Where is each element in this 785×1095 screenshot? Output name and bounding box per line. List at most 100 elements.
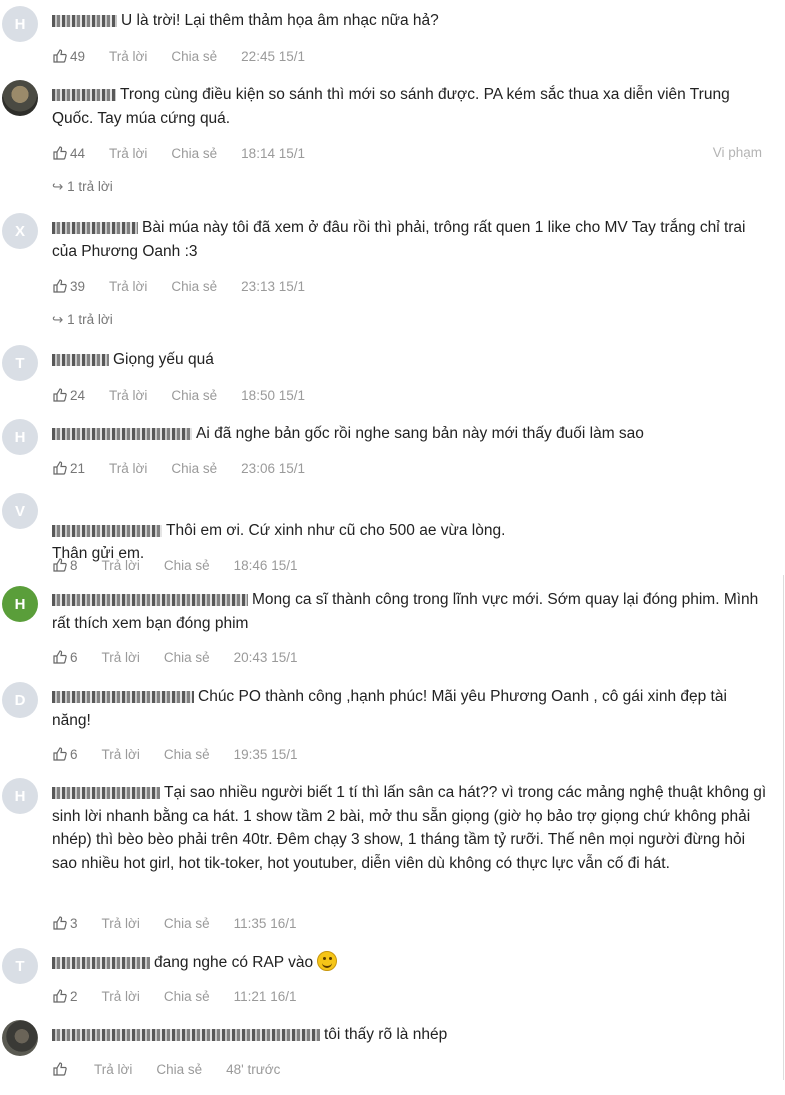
like-button[interactable]: 44 bbox=[52, 145, 85, 161]
comment-body: đang nghe có RAP vào bbox=[52, 951, 770, 975]
like-button[interactable]: 6 bbox=[52, 649, 78, 665]
blurred-username[interactable] bbox=[52, 691, 194, 703]
thumbs-up-icon bbox=[53, 989, 67, 1003]
view-replies-link[interactable]: ↪ 1 trả lời bbox=[52, 312, 113, 328]
share-button[interactable]: Chia sẻ bbox=[171, 388, 217, 403]
comment-time: 48' trước bbox=[226, 1061, 281, 1077]
thumbs-up-icon bbox=[53, 558, 67, 572]
blurred-username[interactable] bbox=[52, 1029, 320, 1041]
thumbs-up-icon bbox=[53, 146, 67, 160]
scroll-divider bbox=[783, 575, 784, 1080]
share-button[interactable]: Chia sẻ bbox=[156, 1062, 202, 1077]
like-count: 6 bbox=[70, 649, 78, 665]
share-button[interactable]: Chia sẻ bbox=[164, 989, 210, 1004]
blurred-username[interactable] bbox=[52, 787, 160, 799]
like-button[interactable]: 24 bbox=[52, 387, 85, 403]
like-button[interactable]: 8 bbox=[52, 557, 78, 573]
like-button[interactable]: 3 bbox=[52, 915, 78, 931]
comment-actions: 8 Trả lời Chia sẻ 18:46 15/1 bbox=[52, 555, 297, 575]
share-button[interactable]: Chia sẻ bbox=[164, 916, 210, 931]
blurred-username[interactable] bbox=[52, 15, 117, 27]
like-count: 49 bbox=[70, 48, 86, 64]
comment-time: 19:35 15/1 bbox=[233, 746, 298, 762]
share-button[interactable]: Chia sẻ bbox=[171, 49, 217, 64]
comment-time: 11:35 16/1 bbox=[233, 915, 297, 931]
comment-time: 18:46 15/1 bbox=[233, 557, 298, 573]
thumbs-up-icon bbox=[53, 650, 67, 664]
like-button[interactable]: 6 bbox=[52, 746, 78, 762]
report-link[interactable]: Vi phạm bbox=[713, 145, 762, 160]
view-replies-link[interactable]: ↪ 1 trả lời bbox=[52, 179, 113, 195]
comment-actions: 44 Trả lời Chia sẻ 18:14 15/1 bbox=[52, 143, 305, 163]
comment-body: Chúc PO thành công ,hạnh phúc! Mãi yêu P… bbox=[52, 685, 770, 732]
reply-button[interactable]: Trả lời bbox=[109, 279, 147, 294]
avatar[interactable]: T bbox=[2, 345, 38, 381]
blurred-username[interactable] bbox=[52, 957, 150, 969]
like-count: 2 bbox=[70, 988, 78, 1004]
like-button[interactable]: 21 bbox=[52, 460, 85, 476]
comment-actions: 2 Trả lời Chia sẻ 11:21 16/1 bbox=[52, 986, 296, 1006]
avatar[interactable]: V bbox=[2, 493, 38, 529]
share-button[interactable]: Chia sẻ bbox=[164, 650, 210, 665]
reply-button[interactable]: Trả lời bbox=[109, 146, 147, 161]
comment-actions: 39 Trả lời Chia sẻ 23:13 15/1 bbox=[52, 276, 305, 296]
thumbs-up-icon bbox=[53, 388, 67, 402]
reply-button[interactable]: Trả lời bbox=[109, 461, 147, 476]
comment-body: Giọng yếu quá bbox=[52, 348, 770, 372]
share-button[interactable]: Chia sẻ bbox=[171, 279, 217, 294]
share-button[interactable]: Chia sẻ bbox=[171, 146, 217, 161]
blurred-username[interactable] bbox=[52, 89, 116, 101]
reply-button[interactable]: Trả lời bbox=[109, 49, 147, 64]
reply-button[interactable]: Trả lời bbox=[102, 558, 140, 573]
like-button[interactable]: 49 bbox=[52, 48, 85, 64]
blurred-username[interactable] bbox=[52, 222, 138, 234]
reply-button[interactable]: Trả lời bbox=[102, 650, 140, 665]
like-button[interactable]: 2 bbox=[52, 988, 78, 1004]
share-button[interactable]: Chia sẻ bbox=[164, 747, 210, 762]
avatar[interactable]: T bbox=[2, 948, 38, 984]
like-count: 3 bbox=[70, 915, 78, 931]
reply-button[interactable]: Trả lời bbox=[94, 1062, 132, 1077]
comment-actions: 6 Trả lời Chia sẻ 20:43 15/1 bbox=[52, 647, 297, 667]
comment-body: U là trời! Lại thêm thảm họa âm nhạc nữa… bbox=[52, 9, 770, 33]
like-count: 24 bbox=[70, 387, 86, 403]
comment-text: Ai đã nghe bản gốc rồi nghe sang bản này… bbox=[196, 425, 644, 442]
reply-arrow-icon: ↪ bbox=[52, 312, 64, 327]
avatar[interactable]: D bbox=[2, 682, 38, 718]
reply-button[interactable]: Trả lời bbox=[102, 747, 140, 762]
like-count: 44 bbox=[70, 145, 86, 161]
comment-text: tôi thấy rõ là nhép bbox=[324, 1026, 448, 1043]
comment-text: đang nghe có RAP vào bbox=[154, 954, 314, 971]
like-button[interactable] bbox=[52, 1061, 70, 1077]
avatar[interactable] bbox=[2, 80, 38, 116]
reply-button[interactable]: Trả lời bbox=[102, 916, 140, 931]
comment-text: Giọng yếu quá bbox=[113, 351, 214, 368]
thumbs-up-icon bbox=[53, 49, 67, 63]
blurred-username[interactable] bbox=[52, 594, 248, 606]
avatar[interactable]: H bbox=[2, 6, 38, 42]
comment-time: 23:13 15/1 bbox=[241, 278, 305, 294]
thumbs-up-icon bbox=[53, 279, 67, 293]
thumbs-up-icon bbox=[53, 916, 67, 930]
reply-button[interactable]: Trả lời bbox=[109, 388, 147, 403]
avatar[interactable]: H bbox=[2, 778, 38, 814]
reply-button[interactable]: Trả lời bbox=[102, 989, 140, 1004]
share-button[interactable]: Chia sẻ bbox=[164, 558, 210, 573]
comment-body: tôi thấy rõ là nhép bbox=[52, 1023, 770, 1047]
blurred-username[interactable] bbox=[52, 524, 162, 537]
share-button[interactable]: Chia sẻ bbox=[171, 461, 217, 476]
thumbs-up-icon bbox=[53, 1062, 67, 1076]
comment-time: 23:06 15/1 bbox=[241, 460, 305, 476]
blurred-username[interactable] bbox=[52, 428, 192, 440]
comment-text: Trong cùng điều kiện so sánh thì mới so … bbox=[52, 86, 730, 127]
comment-time: 11:21 16/1 bbox=[233, 988, 297, 1004]
comment-time: 22:45 15/1 bbox=[241, 48, 305, 64]
blurred-username[interactable] bbox=[52, 354, 109, 366]
avatar[interactable]: H bbox=[2, 419, 38, 455]
comment-text: U là trời! Lại thêm thảm họa âm nhạc nữa… bbox=[121, 12, 439, 29]
like-button[interactable]: 39 bbox=[52, 278, 85, 294]
avatar[interactable]: X bbox=[2, 213, 38, 249]
avatar[interactable]: H bbox=[2, 586, 38, 622]
reply-count: 1 trả lời bbox=[67, 312, 113, 327]
avatar[interactable] bbox=[2, 1020, 38, 1056]
